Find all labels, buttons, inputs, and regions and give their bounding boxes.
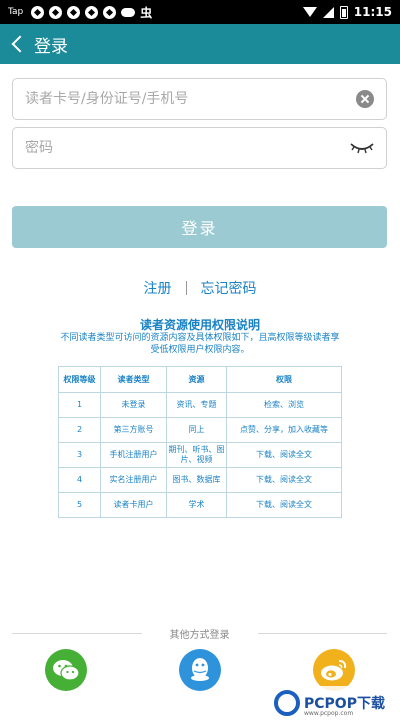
register-link[interactable]: 注册 [144, 278, 172, 298]
watermark-icon [274, 690, 300, 716]
table-cell: 第三方账号 [100, 417, 167, 443]
table-cell: 同上 [166, 417, 227, 443]
status-bar: Tap 虫 11:15 [0, 0, 400, 24]
username-field[interactable] [12, 78, 387, 120]
table-cell: 读者卡用户 [100, 492, 167, 518]
eye-closed-icon[interactable] [350, 141, 374, 155]
app-bar: 登录 [0, 24, 400, 64]
header-permission: 权限 [226, 366, 342, 393]
table-cell: 4 [58, 467, 101, 493]
notification-icon [85, 5, 99, 19]
weibo-login-button[interactable] [313, 649, 355, 691]
table-cell: 5 [58, 492, 101, 518]
other-login-divider: 其他方式登录 [12, 626, 387, 641]
permissions-description: 不同读者类型可访问的资源内容及具体权限如下，且高权限等级读者享受低权限用户权限内… [60, 333, 340, 355]
divider-line [257, 633, 387, 634]
password-field[interactable] [12, 127, 387, 169]
watermark-site: www.pcpop.com [304, 710, 354, 717]
signal-icon [322, 6, 334, 18]
table-cell: 点赞、分享，加入收藏等 [226, 417, 342, 443]
back-arrow-icon[interactable] [11, 35, 29, 53]
table-cell: 期刊、听书、图片、视频 [166, 442, 227, 468]
table-header-row: 权限等级 读者类型 资源 权限 [58, 366, 342, 393]
wifi-icon [302, 7, 317, 17]
table-cell: 检索、浏览 [226, 392, 342, 418]
battery-icon [339, 5, 348, 19]
table-cell: 1 [58, 392, 101, 418]
status-time: 11:15 [353, 5, 392, 19]
table-cell: 图书、数据库 [166, 467, 227, 493]
cloud-icon [121, 7, 136, 17]
notification-icon [103, 5, 117, 19]
login-button[interactable]: 登录 [12, 206, 387, 248]
wechat-login-button[interactable] [45, 649, 87, 691]
header-reader-type: 读者类型 [100, 366, 167, 393]
header-resource: 资源 [166, 366, 227, 393]
table-cell: 下载、阅读全文 [226, 492, 342, 518]
table-row: 1 未登录 资讯、专题 检索、浏览 [58, 392, 342, 418]
tap-label: Tap [8, 7, 24, 17]
table-cell: 资讯、专题 [166, 392, 227, 418]
table-cell: 2 [58, 417, 101, 443]
table-cell: 学术 [166, 492, 227, 518]
table-cell: 手机注册用户 [100, 442, 167, 468]
wechat-icon [53, 660, 80, 681]
bug-icon: 虫 [140, 5, 153, 20]
notification-icon [67, 5, 81, 19]
table-row: 4 实名注册用户 图书、数据库 下载、阅读全文 [58, 467, 342, 493]
table-row: 5 读者卡用户 学术 下载、阅读全文 [58, 492, 342, 518]
table-row: 3 手机注册用户 期刊、听书、图片、视频 下载、阅读全文 [58, 442, 342, 468]
notification-icon [31, 5, 45, 19]
watermark-logo: PCPOP下载 www.pcpop.com [274, 686, 400, 720]
link-divider [185, 281, 187, 295]
account-links: 注册 忘记密码 [0, 278, 400, 298]
forgot-password-link[interactable]: 忘记密码 [201, 278, 257, 298]
permissions-table: 权限等级 读者类型 资源 权限 1 未登录 资讯、专题 检索、浏览 2 第三方账… [58, 366, 342, 518]
qq-icon [191, 658, 209, 681]
permissions-title: 读者资源使用权限说明 [139, 318, 260, 332]
table-cell: 未登录 [100, 392, 167, 418]
qq-login-button[interactable] [179, 649, 221, 691]
table-row: 2 第三方账号 同上 点赞、分享，加入收藏等 [58, 417, 342, 443]
table-cell: 实名注册用户 [100, 467, 167, 493]
table-cell: 3 [58, 442, 101, 468]
password-input[interactable] [25, 140, 350, 156]
table-cell: 下载、阅读全文 [226, 442, 342, 468]
notification-icon [49, 5, 63, 19]
divider-line [12, 633, 142, 634]
weibo-icon [321, 660, 347, 681]
other-login-label: 其他方式登录 [169, 630, 230, 641]
username-input[interactable] [25, 91, 356, 107]
header-level: 权限等级 [58, 366, 101, 393]
page-title: 登录 [34, 36, 68, 57]
table-cell: 下载、阅读全文 [226, 467, 342, 493]
clear-icon[interactable] [356, 90, 374, 108]
